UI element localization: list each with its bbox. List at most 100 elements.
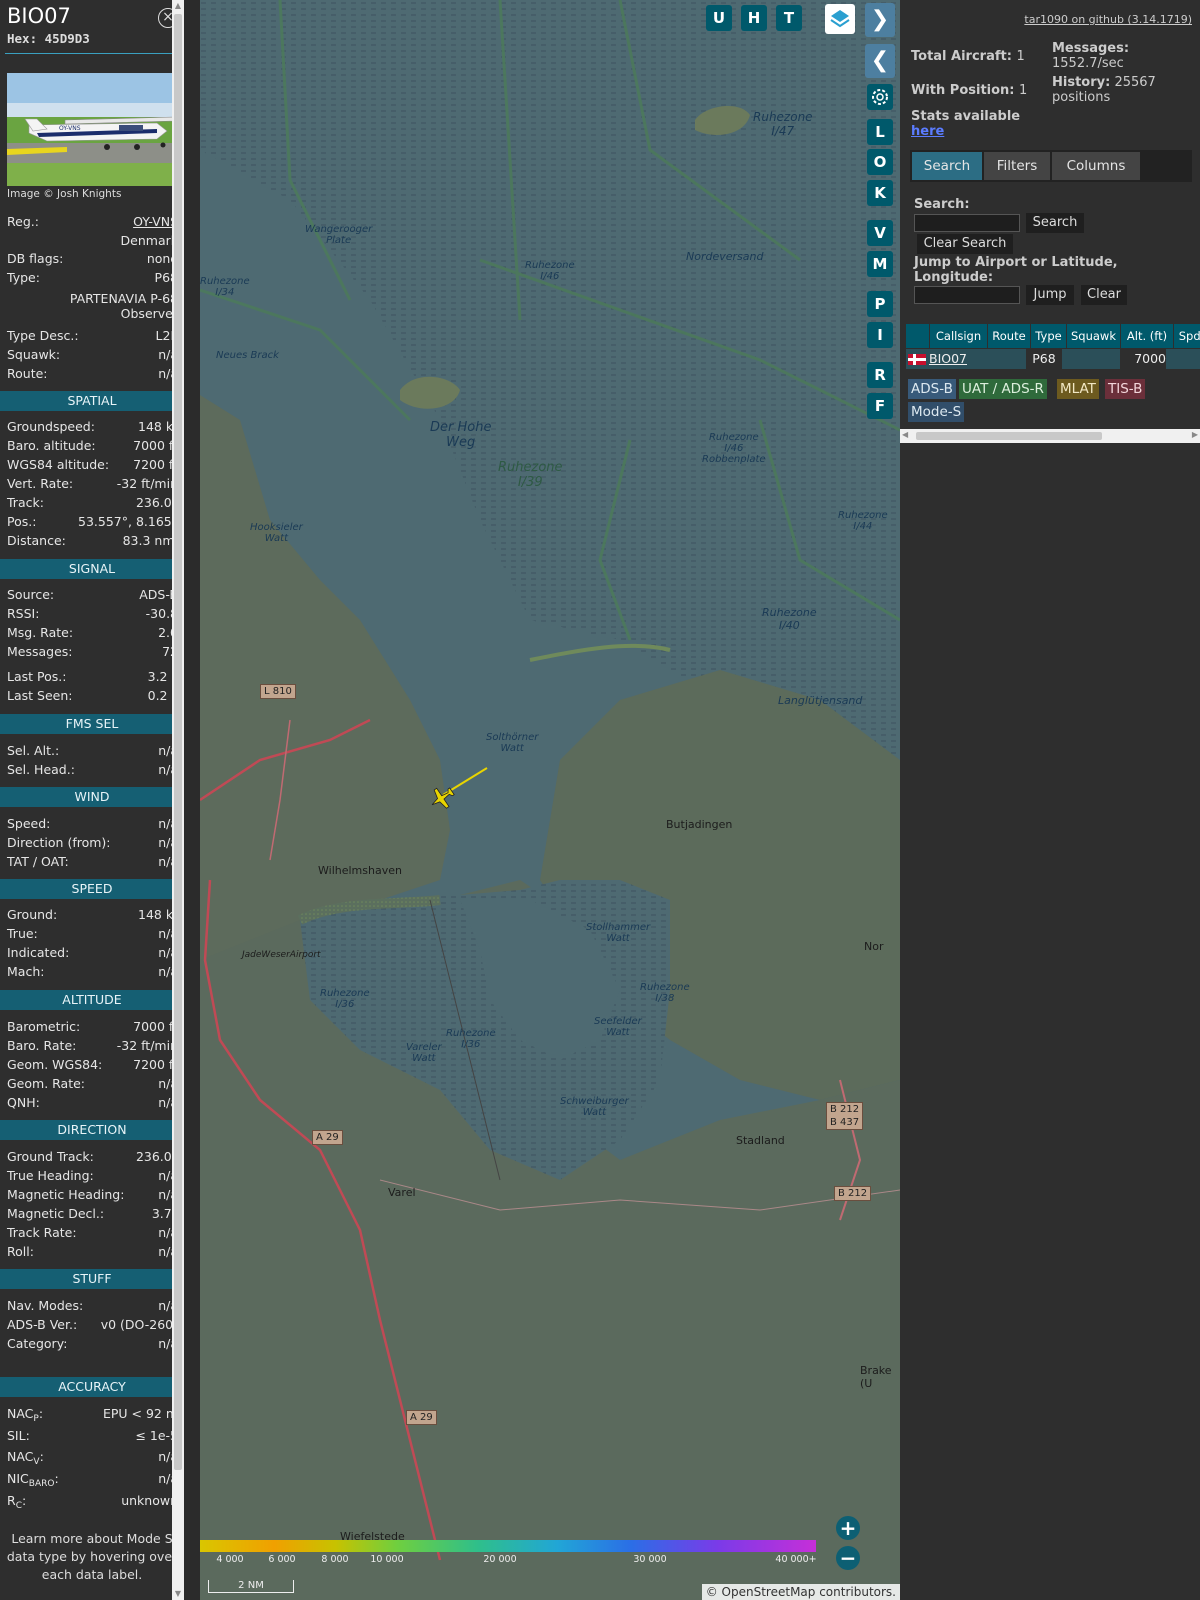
map-attribution[interactable]: © OpenStreetMap contributors.	[701, 1584, 900, 1600]
clear-button[interactable]: Clear	[1081, 285, 1127, 305]
signal-label[interactable]: Messages:	[7, 644, 73, 659]
spatial-label[interactable]: Vert. Rate:	[7, 476, 73, 491]
toggle-k-button[interactable]: K	[867, 180, 893, 206]
settings-button[interactable]	[867, 84, 893, 110]
speed-label[interactable]: Mach:	[7, 964, 44, 979]
toggle-u-button[interactable]: U	[706, 5, 732, 31]
signal-label[interactable]: Last Seen:	[7, 688, 72, 703]
badge-tisb[interactable]: TIS-B	[1105, 379, 1146, 399]
wind-label[interactable]: Speed:	[7, 816, 50, 831]
github-link[interactable]: tar1090 on github (3.14.1719)	[1024, 13, 1192, 26]
tab-columns[interactable]: Columns	[1052, 152, 1140, 180]
col-type[interactable]: Type	[1030, 324, 1066, 348]
aircraft-photo[interactable]: OY-VNS	[7, 73, 178, 186]
stuff-label[interactable]: Nav. Modes:	[7, 1298, 83, 1313]
signal-row: Messages: 72	[7, 644, 178, 662]
tab-search[interactable]: Search	[912, 152, 982, 180]
stats-link[interactable]: here	[911, 124, 944, 139]
spatial-label[interactable]: Baro. altitude:	[7, 438, 96, 453]
altitude-label[interactable]: Baro. Rate:	[7, 1038, 76, 1053]
zoom-in-button[interactable]: +	[836, 1516, 860, 1540]
toggle-i-button[interactable]: I	[867, 322, 893, 348]
direction-label[interactable]: Track Rate:	[7, 1225, 77, 1240]
tab-filters[interactable]: Filters	[984, 152, 1050, 180]
spatial-label[interactable]: Distance:	[7, 533, 66, 548]
signal-label[interactable]: Last Pos.:	[7, 669, 66, 684]
altitude-label[interactable]: Barometric:	[7, 1019, 80, 1034]
badge-mlat[interactable]: MLAT	[1057, 379, 1099, 399]
signal-row: Source: ADS-B	[7, 587, 178, 605]
toggle-p-button[interactable]: P	[867, 291, 893, 317]
fms-label[interactable]: Sel. Alt.:	[7, 743, 59, 758]
signal-label[interactable]: Source:	[7, 587, 54, 602]
zoom-out-button[interactable]: −	[836, 1546, 860, 1570]
toggle-h-button[interactable]: H	[741, 5, 767, 31]
col-flag[interactable]	[906, 324, 928, 348]
toggle-f-button[interactable]: F	[867, 393, 893, 419]
toggle-o-button[interactable]: O	[867, 149, 893, 175]
scroll-down-icon[interactable]: ▼	[172, 1588, 184, 1600]
rc-label[interactable]: RC:	[7, 1493, 26, 1511]
toggle-m-button[interactable]: M	[867, 251, 893, 277]
toggle-t-button[interactable]: T	[776, 5, 802, 31]
back-button[interactable]: ❮	[865, 44, 895, 78]
speed-label[interactable]: True:	[7, 926, 38, 941]
jump-input[interactable]	[914, 286, 1020, 304]
col-speed[interactable]: Spd.	[1173, 324, 1200, 348]
wind-label[interactable]: Direction (from):	[7, 835, 111, 850]
layers-button[interactable]	[825, 4, 855, 34]
collapse-sidebar-button[interactable]: ❯	[865, 3, 895, 37]
aircraft-info-panel: BIO07 Hex: 45D9D3 × OY-VNS Image © Josh …	[0, 0, 184, 1600]
search-input[interactable]	[914, 214, 1020, 232]
table-horizontal-scrollbar[interactable]: ◀ ▶	[900, 429, 1200, 443]
map-view[interactable]: Ruhezone I/47 Wangerooger Plate Ruhezone I/…	[200, 0, 900, 1600]
info-panel-scrollbar[interactable]: ▲ ▼	[172, 0, 184, 1600]
scroll-right-icon[interactable]: ▶	[1192, 430, 1198, 439]
signal-label[interactable]: Msg. Rate:	[7, 625, 73, 640]
jump-button[interactable]: Jump	[1026, 285, 1074, 305]
stuff-label[interactable]: Category:	[7, 1336, 67, 1351]
badge-adsb[interactable]: ADS-B	[908, 379, 956, 399]
clear-search-button[interactable]: Clear Search	[917, 234, 1013, 254]
col-callsign[interactable]: Callsign	[929, 324, 987, 348]
direction-label[interactable]: Magnetic Heading:	[7, 1187, 124, 1202]
col-route[interactable]: Route	[987, 324, 1030, 348]
altitude-label[interactable]: Geom. WGS84:	[7, 1057, 102, 1072]
stuff-label[interactable]: ADS-B Ver.:	[7, 1317, 77, 1332]
nacv-label[interactable]: NACV:	[7, 1449, 44, 1467]
direction-label[interactable]: Roll:	[7, 1244, 34, 1259]
altitude-label[interactable]: Geom. Rate:	[7, 1076, 85, 1091]
row-callsign[interactable]: BIO07	[929, 349, 967, 369]
altitude-tick: 30 000	[633, 1554, 667, 1565]
signal-label[interactable]: RSSI:	[7, 606, 39, 621]
scroll-up-icon[interactable]: ▲	[172, 0, 184, 12]
speed-label[interactable]: Ground:	[7, 907, 57, 922]
wind-label[interactable]: TAT / OAT:	[7, 854, 69, 869]
spatial-label[interactable]: Groundspeed:	[7, 419, 95, 434]
search-button[interactable]: Search	[1026, 213, 1084, 233]
fms-label[interactable]: Sel. Head.:	[7, 762, 75, 777]
horizontal-scroll-thumb[interactable]	[916, 432, 1102, 440]
reg-label: Reg.:	[7, 214, 39, 229]
speed-label[interactable]: Indicated:	[7, 945, 69, 960]
badge-uat[interactable]: UAT / ADS-R	[959, 379, 1047, 399]
nicbaro-label[interactable]: NICBARO:	[7, 1471, 59, 1489]
spatial-label[interactable]: Pos.:	[7, 514, 36, 529]
scroll-left-icon[interactable]: ◀	[902, 430, 908, 439]
col-altitude[interactable]: Alt. (ft)	[1120, 324, 1173, 348]
toggle-v-button[interactable]: V	[867, 220, 893, 246]
spatial-label[interactable]: WGS84 altitude:	[7, 457, 109, 472]
table-row[interactable]: BIO07 P68 7000	[906, 349, 1200, 369]
badge-modes[interactable]: Mode-S	[908, 402, 965, 422]
direction-label[interactable]: True Heading:	[7, 1168, 94, 1183]
direction-label[interactable]: Ground Track:	[7, 1149, 94, 1164]
nacp-label[interactable]: NACP:	[7, 1406, 43, 1424]
spatial-label[interactable]: Track:	[7, 495, 44, 510]
toggle-r-button[interactable]: R	[867, 362, 893, 388]
sil-label[interactable]: SIL:	[7, 1428, 30, 1443]
direction-label[interactable]: Magnetic Decl.:	[7, 1206, 104, 1221]
col-squawk[interactable]: Squawk	[1066, 324, 1120, 348]
scrollbar-thumb[interactable]	[174, 14, 182, 1470]
toggle-l-button[interactable]: L	[867, 119, 893, 145]
altitude-label[interactable]: QNH:	[7, 1095, 40, 1110]
